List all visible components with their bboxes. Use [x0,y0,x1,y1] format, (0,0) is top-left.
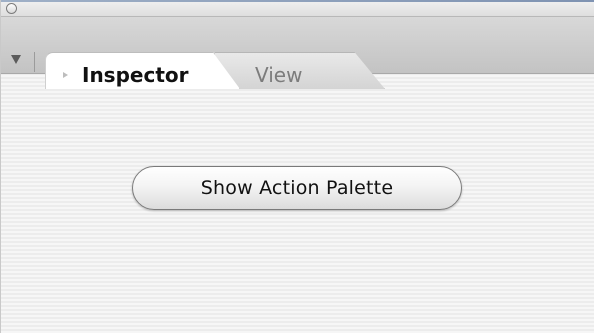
tab-triangle-icon [63,72,68,78]
tab-strip: View Inspector [1,17,594,89]
inspector-window: View Inspector Show Action Palette [0,0,594,333]
close-circle-icon[interactable] [6,3,17,14]
inspector-panel: Show Action Palette [1,74,594,333]
show-action-palette-label: Show Action Palette [200,177,394,199]
tab-view-label: View [255,63,303,87]
collapse-arrow-icon[interactable] [11,55,21,64]
tab-divider [34,52,35,72]
tab-view[interactable]: View [215,52,385,89]
tab-inspector-label: Inspector [82,63,189,87]
tab-inspector[interactable]: Inspector [45,52,240,89]
titlebar [1,0,594,17]
show-action-palette-button[interactable]: Show Action Palette [132,166,462,210]
